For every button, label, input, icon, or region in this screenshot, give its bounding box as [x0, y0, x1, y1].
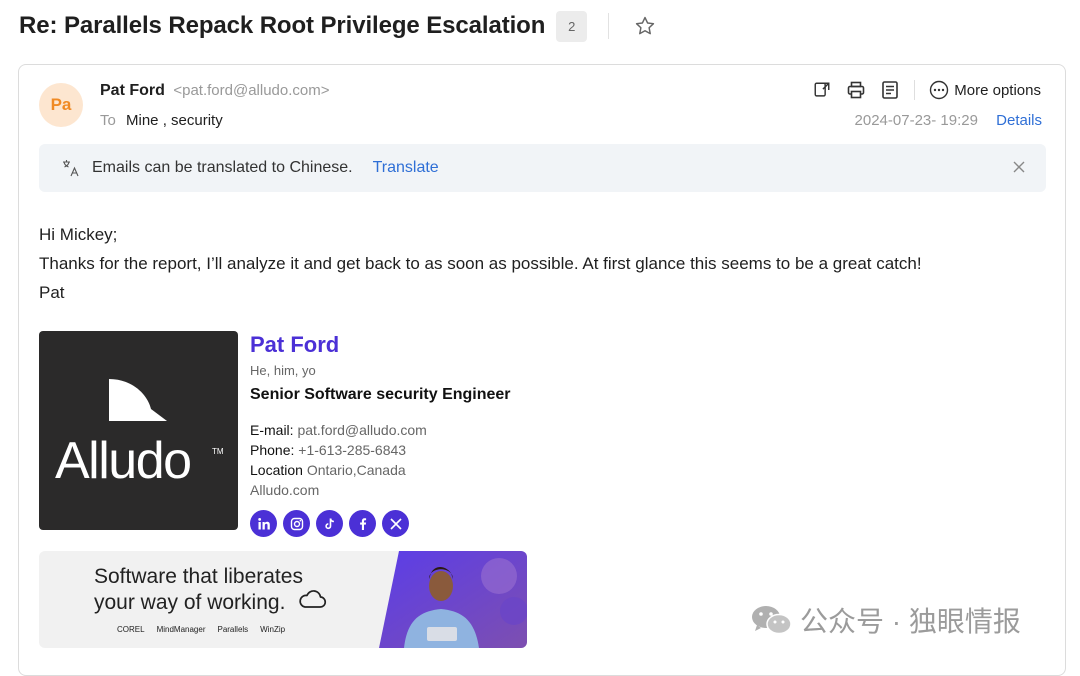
wechat-icon [752, 606, 792, 635]
x-icon[interactable] [382, 510, 409, 537]
note-icon[interactable] [880, 80, 900, 100]
subject-row: Re: Parallels Repack Root Privilege Esca… [19, 10, 656, 42]
signature-phone[interactable]: +1-613-285-6843 [298, 442, 406, 458]
meta-row: 2024-07-23- 19:29 Details [855, 112, 1042, 129]
social-links [250, 510, 511, 537]
to-label: To [100, 112, 116, 129]
brand-winzip: WinZip [260, 625, 286, 634]
close-icon[interactable] [1012, 160, 1026, 174]
message-datetime: 2024-07-23- 19:29 [854, 112, 978, 129]
brand-parallels: Parallels [217, 625, 249, 634]
translate-button[interactable]: Translate [373, 159, 439, 177]
translate-bar: Emails can be translated to Chinese. Tra… [39, 144, 1046, 192]
more-options-label: More options [954, 81, 1041, 99]
banner-photo [379, 551, 527, 648]
details-link[interactable]: Details [996, 112, 1042, 129]
sender-avatar[interactable]: Pa [39, 83, 83, 127]
print-icon[interactable] [846, 80, 866, 100]
logo-trademark: TM [212, 447, 224, 456]
sender-name[interactable]: Pat Ford [100, 82, 165, 99]
to-recipients[interactable]: Mine , security [126, 112, 223, 129]
translate-message: Emails can be translated to Chinese. [92, 159, 353, 176]
thread-count-badge[interactable]: 2 [556, 10, 588, 42]
body-line: Pat [39, 283, 65, 302]
logo-text: Alludo [55, 432, 192, 490]
watermark-text: 公众号 · 独眼情报 [800, 606, 1021, 637]
open-in-new-window-icon[interactable] [812, 80, 832, 100]
signature-website[interactable]: Alludo.com [250, 482, 319, 498]
message-actions: More options [798, 80, 1041, 100]
action-divider [914, 80, 916, 100]
from-line: Pat Ford <pat.ford@alludo.com> [100, 82, 330, 100]
more-options-button[interactable]: More options [929, 80, 1041, 100]
brand-corel: COREL [117, 625, 145, 634]
signature-details: E-mail: pat.ford@alludo.com Phone: +1-61… [250, 420, 511, 500]
banner-headline-2: your way of working. [94, 591, 286, 614]
to-line: To Mine , security [100, 112, 223, 129]
signature-name: Pat Ford [250, 332, 340, 357]
subject-divider [608, 13, 610, 39]
signature-banner[interactable]: Software that liberates your way of work… [39, 551, 527, 648]
signature-email-row: E-mail: pat.ford@alludo.com [250, 420, 511, 440]
alludo-logo: Alludo TM [39, 331, 238, 530]
email-subject: Re: Parallels Repack Root Privilege Esca… [19, 12, 546, 39]
brand-mindmanager: MindManager [156, 625, 206, 634]
signature-title: Senior Software security Engineer [250, 386, 511, 403]
signature-location: Ontario,Canada [306, 462, 406, 478]
banner-headline-1: Software that liberates [94, 565, 303, 588]
brand-list: COREL MindManager Parallels WinZip [117, 625, 297, 634]
location-label: Location [250, 462, 303, 478]
instagram-icon[interactable] [283, 510, 310, 537]
signature-location-row: Location Ontario,Canada [250, 460, 511, 480]
watermark: 公众号 · 独眼情报 [750, 600, 1021, 640]
translate-icon [61, 158, 79, 178]
message-body: Hi Mickey; Thanks for the report, I’ll a… [39, 220, 922, 307]
signature-pronouns: He, him, yo [250, 363, 316, 378]
sender-email[interactable]: <pat.ford@alludo.com> [173, 82, 329, 99]
signature-info: Pat Ford He, him, yo Senior Software sec… [250, 331, 511, 537]
email-label: E-mail: [250, 422, 294, 438]
signature-email[interactable]: pat.ford@alludo.com [297, 422, 426, 438]
body-line: Thanks for the report, I’ll analyze it a… [39, 254, 922, 273]
signature-website-row: Alludo.com [250, 480, 511, 500]
body-line: Hi Mickey; [39, 225, 118, 244]
signature-phone-row: Phone: +1-613-285-6843 [250, 440, 511, 460]
cloud-icon [297, 588, 327, 615]
more-options-icon [930, 80, 949, 100]
facebook-icon[interactable] [349, 510, 376, 537]
message-card: Pa Pat Ford <pat.ford@alludo.com> To Min… [18, 64, 1066, 676]
star-icon[interactable] [634, 15, 656, 37]
tiktok-icon[interactable] [316, 510, 343, 537]
phone-label: Phone: [250, 442, 295, 458]
linkedin-icon[interactable] [250, 510, 277, 537]
